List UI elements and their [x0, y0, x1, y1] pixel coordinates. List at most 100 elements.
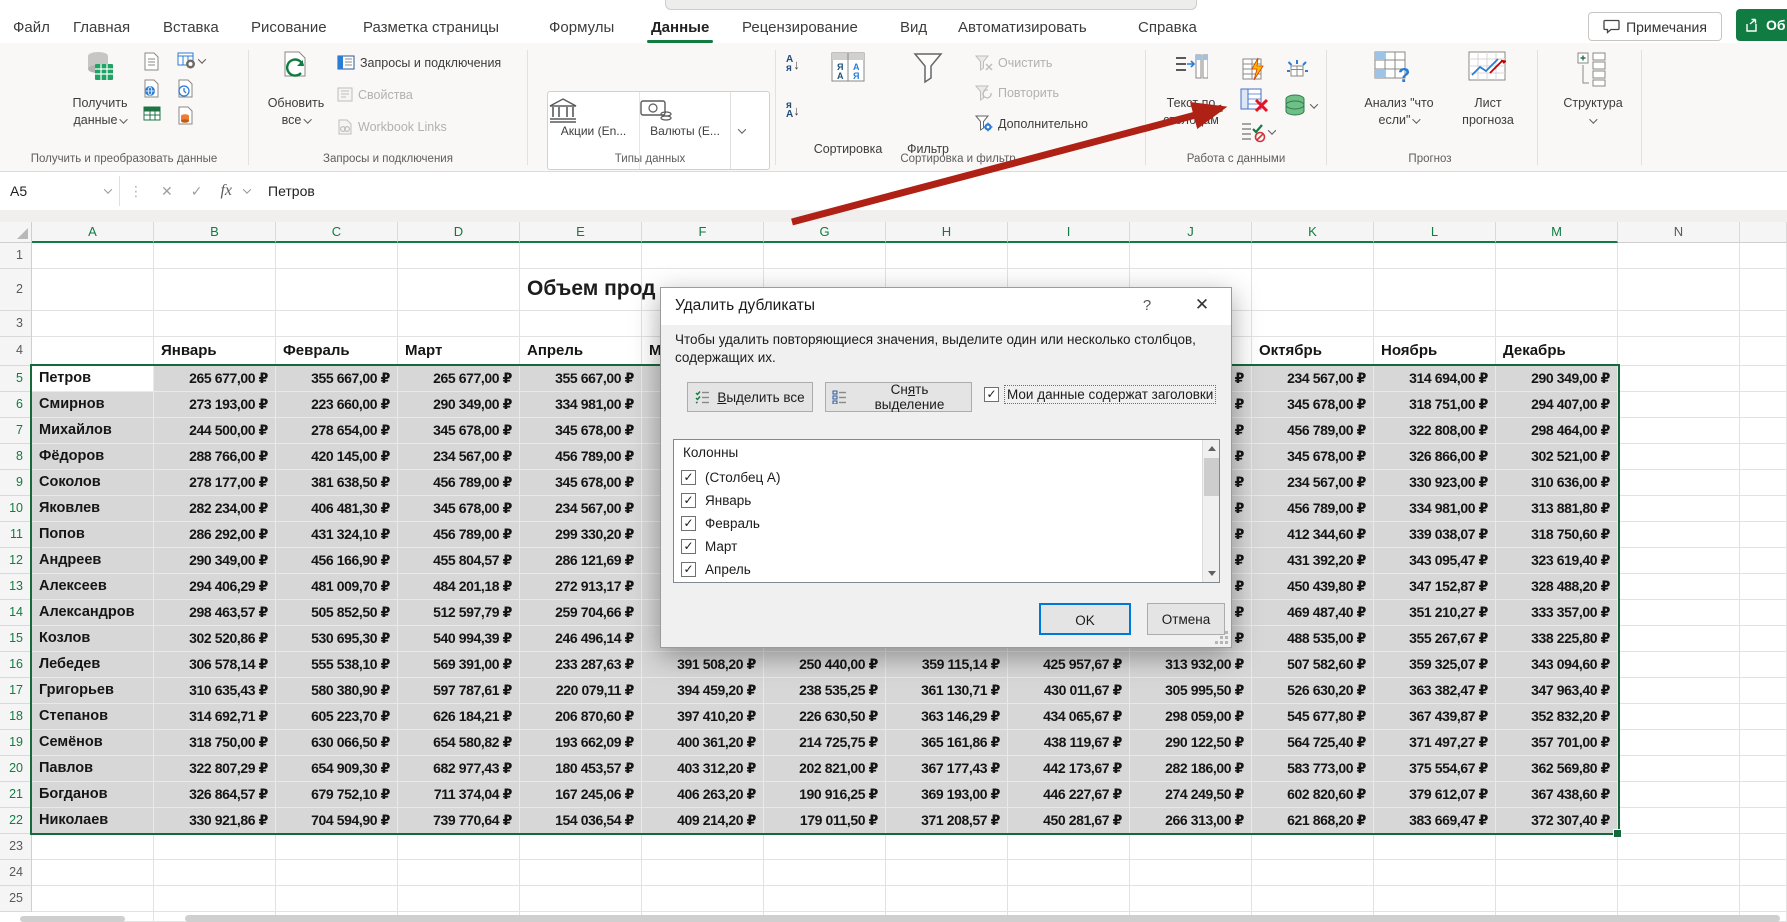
cell-D6[interactable]: 290 349,00 ₽: [398, 392, 520, 418]
cell-B4[interactable]: Январь: [154, 337, 276, 366]
cell-X6[interactable]: [1740, 392, 1787, 418]
cell-N22[interactable]: [1618, 808, 1740, 834]
cell-M7[interactable]: 298 464,00 ₽: [1496, 418, 1618, 444]
row-header-11[interactable]: 11: [0, 522, 32, 548]
cell-A18[interactable]: Степанов: [32, 704, 154, 730]
name-box-dropdown-icon[interactable]: [104, 185, 112, 193]
cell-D15[interactable]: 540 994,39 ₽: [398, 626, 520, 652]
cell-D10[interactable]: 345 678,00 ₽: [398, 496, 520, 522]
cell-N10[interactable]: [1618, 496, 1740, 522]
cell-X11[interactable]: [1740, 522, 1787, 548]
cell-G20[interactable]: 202 821,00 ₽: [764, 756, 886, 782]
cell-D22[interactable]: 739 770,64 ₽: [398, 808, 520, 834]
cell-M8[interactable]: 302 521,00 ₽: [1496, 444, 1618, 470]
cell-K6[interactable]: 345 678,00 ₽: [1252, 392, 1374, 418]
cell-E17[interactable]: 220 079,11 ₽: [520, 678, 642, 704]
row-header-14[interactable]: 14: [0, 600, 32, 626]
tab-Формулы[interactable]: Формулы: [549, 12, 614, 43]
cell-M24[interactable]: [1496, 860, 1618, 886]
cell-M21[interactable]: 367 438,60 ₽: [1496, 782, 1618, 808]
cell-N7[interactable]: [1618, 418, 1740, 444]
row-header-24[interactable]: 24: [0, 860, 32, 886]
cell-A8[interactable]: Фёдоров: [32, 444, 154, 470]
column-header-J[interactable]: J: [1130, 222, 1252, 243]
cell-E12[interactable]: 286 121,69 ₽: [520, 548, 642, 574]
cell-A5[interactable]: Петров: [32, 366, 154, 392]
cell-C4[interactable]: Февраль: [276, 337, 398, 366]
cell-K5[interactable]: 234 567,00 ₽: [1252, 366, 1374, 392]
cell-X17[interactable]: [1740, 678, 1787, 704]
cell-F21[interactable]: 406 263,20 ₽: [642, 782, 764, 808]
cell-E25[interactable]: [520, 886, 642, 912]
cell-I19[interactable]: 438 119,67 ₽: [1008, 730, 1130, 756]
cell-A6[interactable]: Смирнов: [32, 392, 154, 418]
row-header-22[interactable]: 22: [0, 808, 32, 834]
cell-X16[interactable]: [1740, 652, 1787, 678]
checkbox-checked-icon[interactable]: ✓: [681, 493, 696, 508]
cell-N9[interactable]: [1618, 470, 1740, 496]
cell-F19[interactable]: 400 361,20 ₽: [642, 730, 764, 756]
cell-A4[interactable]: [32, 337, 154, 366]
cell-K10[interactable]: 456 789,00 ₽: [1252, 496, 1374, 522]
cell-K18[interactable]: 545 677,80 ₽: [1252, 704, 1374, 730]
cell-A12[interactable]: Андреев: [32, 548, 154, 574]
cell-N25[interactable]: [1618, 886, 1740, 912]
cell-I24[interactable]: [1008, 860, 1130, 886]
column-header-C[interactable]: C: [276, 222, 398, 243]
cell-E15[interactable]: 246 496,14 ₽: [520, 626, 642, 652]
cell-L24[interactable]: [1374, 860, 1496, 886]
cell-X2[interactable]: [1740, 269, 1787, 311]
cell-B18[interactable]: 314 692,71 ₽: [154, 704, 276, 730]
cell-N5[interactable]: [1618, 366, 1740, 392]
sort-desc-button[interactable]: яА↓: [786, 101, 800, 119]
cell-D3[interactable]: [398, 311, 520, 337]
cell-M12[interactable]: 323 619,40 ₽: [1496, 548, 1618, 574]
cell-B20[interactable]: 322 807,29 ₽: [154, 756, 276, 782]
cell-M4[interactable]: Декабрь: [1496, 337, 1618, 366]
cell-A11[interactable]: Попов: [32, 522, 154, 548]
cell-E14[interactable]: 259 704,66 ₽: [520, 600, 642, 626]
column-item-(Столбец A)[interactable]: ✓(Столбец A): [681, 466, 780, 489]
cell-L12[interactable]: 343 095,47 ₽: [1374, 548, 1496, 574]
get-data-button[interactable]: Получить данные: [73, 95, 128, 129]
cell-B5[interactable]: 265 677,00 ₽: [154, 366, 276, 392]
cell-M10[interactable]: 313 881,80 ₽: [1496, 496, 1618, 522]
cell-K9[interactable]: 234 567,00 ₽: [1252, 470, 1374, 496]
cell-X1[interactable]: [1740, 243, 1787, 269]
row-header-10[interactable]: 10: [0, 496, 32, 522]
cell-H24[interactable]: [886, 860, 1008, 886]
cell-E13[interactable]: 272 913,17 ₽: [520, 574, 642, 600]
cell-K20[interactable]: 583 773,00 ₽: [1252, 756, 1374, 782]
share-button[interactable]: Об: [1736, 9, 1787, 41]
from-database-icon[interactable]: [177, 106, 194, 125]
cell-K24[interactable]: [1252, 860, 1374, 886]
advanced-filter-button[interactable]: Дополнительно: [975, 115, 1088, 132]
cell-C3[interactable]: [276, 311, 398, 337]
cell-X20[interactable]: [1740, 756, 1787, 782]
cell-B3[interactable]: [154, 311, 276, 337]
cell-N8[interactable]: [1618, 444, 1740, 470]
existing-connections-icon[interactable]: [177, 79, 194, 98]
cell-X12[interactable]: [1740, 548, 1787, 574]
cell-L9[interactable]: 330 923,00 ₽: [1374, 470, 1496, 496]
tab-Разметка страницы[interactable]: Разметка страницы: [363, 12, 499, 43]
cell-L20[interactable]: 375 554,67 ₽: [1374, 756, 1496, 782]
cell-A23[interactable]: [32, 834, 154, 860]
cell-M19[interactable]: 357 701,00 ₽: [1496, 730, 1618, 756]
cell-I18[interactable]: 434 065,67 ₽: [1008, 704, 1130, 730]
cell-C15[interactable]: 530 695,30 ₽: [276, 626, 398, 652]
cell-L2[interactable]: [1374, 269, 1496, 311]
cell-X22[interactable]: [1740, 808, 1787, 834]
cell-H21[interactable]: 369 193,00 ₽: [886, 782, 1008, 808]
row-header-19[interactable]: 19: [0, 730, 32, 756]
cell-X15[interactable]: [1740, 626, 1787, 652]
cell-G21[interactable]: 190 916,25 ₽: [764, 782, 886, 808]
cell-K22[interactable]: 621 868,20 ₽: [1252, 808, 1374, 834]
help-icon[interactable]: ?: [1137, 297, 1157, 314]
close-icon[interactable]: ✕: [1189, 295, 1215, 315]
forecast-sheet-button[interactable]: Лист прогноза: [1462, 95, 1514, 129]
tab-Рисование[interactable]: Рисование: [251, 12, 327, 43]
row-header-7[interactable]: 7: [0, 418, 32, 444]
cell-M25[interactable]: [1496, 886, 1618, 912]
cell-J18[interactable]: 298 059,00 ₽: [1130, 704, 1252, 730]
